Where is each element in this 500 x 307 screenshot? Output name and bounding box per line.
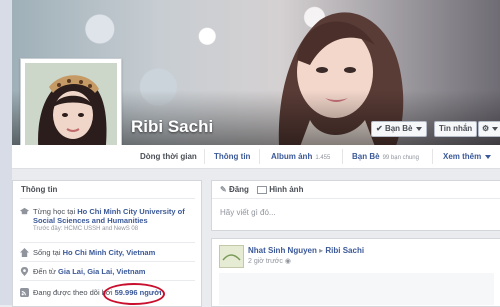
left-gutter — [0, 0, 12, 305]
photo-icon — [257, 185, 267, 194]
info-row-study: Từng học tại Ho Chi Minh City University… — [20, 207, 195, 235]
divider — [20, 261, 195, 262]
check-icon: ✔ — [376, 124, 383, 133]
tab-divider — [259, 149, 260, 164]
author-avatar[interactable] — [219, 245, 244, 268]
graduation-cap-icon — [20, 207, 29, 215]
message-button[interactable]: Tin nhắn — [434, 121, 478, 137]
highlight-circle — [103, 283, 165, 305]
tab-more[interactable]: Xem thêm — [443, 145, 492, 168]
from-text: Đến từ Gia Lai, Gia Lai, Vietnam — [33, 267, 195, 276]
tab-about[interactable]: Thông tin — [214, 145, 250, 168]
status-tab-label: Đăng — [228, 185, 249, 194]
tab-label: Bạn Bè — [352, 152, 380, 161]
tab-divider — [342, 149, 343, 164]
pencil-icon: ✎ — [220, 185, 227, 194]
tab-label: Album ảnh — [271, 152, 313, 161]
post-time[interactable]: 2 giờ trước ◉ — [248, 257, 291, 265]
divider — [20, 198, 195, 199]
profile-name[interactable]: Ribi Sachi — [131, 117, 213, 137]
tab-friends[interactable]: Bạn Bè 99 bạn chung — [352, 145, 419, 168]
from-prefix: Đến từ — [33, 267, 56, 276]
post-card: Nhat Sinh Nguyen ▸ Ribi Sachi 2 giờ trướ… — [211, 238, 500, 307]
tab-divider — [204, 149, 205, 164]
rss-icon — [20, 288, 29, 297]
info-row-from: Đến từ Gia Lai, Gia Lai, Vietnam — [20, 267, 195, 277]
tab-label: Dòng thời gian — [140, 152, 197, 161]
post-target-link[interactable]: Ribi Sachi — [325, 246, 364, 255]
map-pin-icon — [20, 267, 29, 276]
friends-button-label: Bạn Bè — [384, 124, 413, 133]
lives-place-link[interactable]: Ho Chi Minh City, Vietnam — [63, 248, 156, 257]
tab-label: Thông tin — [214, 152, 251, 161]
message-button-label: Tin nhắn — [439, 124, 473, 133]
followers-prefix: Đang được theo dõi bởi — [33, 288, 113, 297]
composer-tab-status[interactable]: ✎ Đăng — [220, 185, 249, 194]
profile-portrait — [25, 63, 117, 155]
post-time-label: 2 giờ trước — [248, 258, 283, 265]
composer-card: ✎ Đăng Hình ảnh Hãy viết gì đó... — [211, 180, 500, 231]
profile-tabs: Dòng thời gian Thông tin Album ảnh 1.455 … — [12, 145, 500, 169]
gear-icon: ⚙ — [482, 124, 490, 133]
post-header: Nhat Sinh Nguyen ▸ Ribi Sachi — [248, 246, 364, 255]
chevron-down-icon — [485, 154, 492, 159]
tab-count: 1.455 — [315, 155, 331, 161]
profile-page: Ribi Sachi ✔ Bạn Bè Tin nhắn ⚙ Dòng thời… — [0, 0, 500, 307]
avatar-image — [220, 246, 243, 267]
composer-input[interactable]: Hãy viết gì đó... — [220, 208, 276, 217]
divider — [212, 198, 500, 199]
tab-divider — [432, 149, 433, 164]
post-content — [219, 273, 494, 305]
chevron-down-icon — [492, 126, 499, 131]
composer-tab-photo[interactable]: Hình ảnh — [257, 185, 303, 194]
from-place-link[interactable]: Gia Lai, Gia Lai, Vietnam — [58, 267, 145, 276]
divider — [20, 242, 195, 243]
tab-label: Xem thêm — [443, 152, 482, 161]
info-title: Thông tin — [21, 185, 58, 194]
study-prefix: Từng học tại — [33, 207, 76, 216]
arrow-right-icon: ▸ — [319, 246, 324, 255]
tab-timeline[interactable]: Dòng thời gian — [140, 145, 197, 168]
divider — [20, 280, 195, 281]
lives-text: Sống tại Ho Chi Minh City, Vietnam — [33, 248, 195, 257]
photo-tab-label: Hình ảnh — [269, 185, 304, 194]
home-icon — [20, 248, 29, 257]
post-author-link[interactable]: Nhat Sinh Nguyen — [248, 246, 317, 255]
study-previous: Trước đây: HCMC USSH and NewS 08 — [33, 226, 139, 232]
lives-prefix: Sống tại — [33, 248, 61, 257]
info-row-lives: Sống tại Ho Chi Minh City, Vietnam — [20, 248, 195, 258]
study-text: Từng học tại Ho Chi Minh City University… — [33, 207, 195, 233]
chevron-down-icon — [415, 126, 422, 131]
tab-count: 99 bạn chung — [382, 155, 419, 161]
tab-photos[interactable]: Album ảnh 1.455 — [271, 145, 330, 168]
friends-button[interactable]: ✔ Bạn Bè — [371, 121, 427, 137]
settings-button[interactable]: ⚙ — [478, 121, 500, 137]
globe-icon: ◉ — [284, 258, 291, 265]
